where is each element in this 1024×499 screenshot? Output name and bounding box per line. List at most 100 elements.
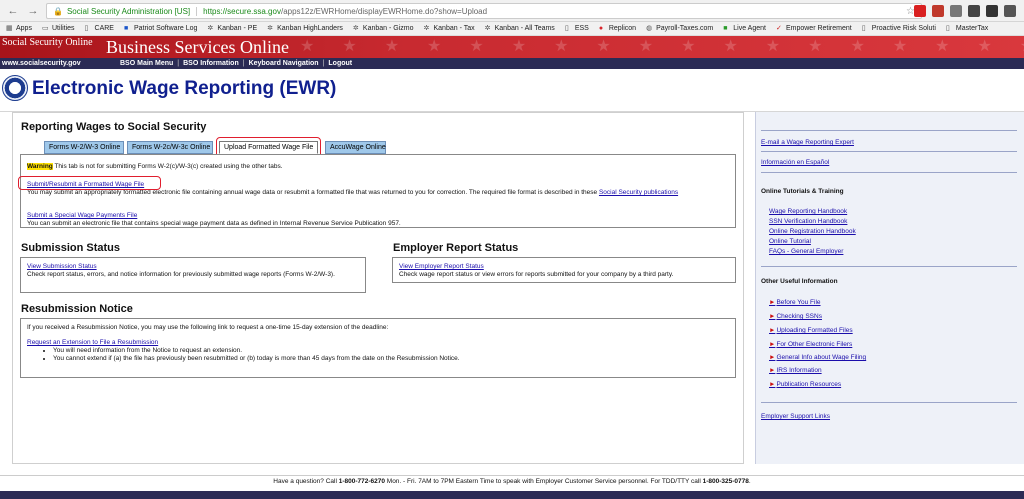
bookmark-item[interactable]: ▯ MasterTax bbox=[946, 25, 988, 32]
site-identity[interactable]: Social Security Administration [US] bbox=[67, 6, 198, 16]
bookmark-item[interactable]: ✲ Kanban - Gizmo bbox=[353, 25, 414, 32]
sidebar-item-uploading-formatted-files[interactable]: ►Uploading Formatted Files bbox=[769, 327, 853, 334]
bookmark-item[interactable]: ▯ CARE bbox=[85, 25, 114, 32]
arrow-right-icon: ► bbox=[769, 381, 776, 388]
view-employer-report-status-link[interactable]: View Employer Report Status bbox=[399, 263, 484, 270]
globe-icon: ◍ bbox=[646, 25, 653, 32]
submit-resubmit-link[interactable]: Submit/Resubmit a Formatted Wage File bbox=[27, 181, 144, 188]
arrow-right-icon: ► bbox=[769, 299, 776, 306]
back-icon[interactable]: ← bbox=[6, 4, 20, 18]
bso-nav-bar: www.socialsecurity.gov BSO Main Menu | BS… bbox=[0, 58, 1024, 69]
view-submission-status-link[interactable]: View Submission Status bbox=[27, 263, 97, 270]
submit-description: You may submit an appropriately formatte… bbox=[27, 189, 599, 196]
list-item: You will need information from the Notic… bbox=[53, 347, 727, 355]
bookmark-item[interactable]: ✲ Kanban - All Teams bbox=[485, 25, 555, 32]
resubmission-section-title: Resubmission Notice bbox=[21, 303, 133, 315]
email-expert-link[interactable]: E-mail a Wage Reporting Expert bbox=[761, 139, 854, 146]
submit-block: Submit/Resubmit a Formatted Wage File Yo… bbox=[27, 181, 727, 197]
bookmark-item[interactable]: ▦ Apps bbox=[6, 25, 32, 32]
bso-banner: ★★★★★★★★★★★★★★★★★★★★ Social Security Onl… bbox=[0, 36, 1024, 58]
sidebar-item-wage-reporting-handbook[interactable]: Wage Reporting Handbook bbox=[769, 208, 847, 215]
sidebar-item-before-you-file[interactable]: ►Before You File bbox=[769, 299, 821, 306]
arrow-right-icon: ► bbox=[769, 313, 776, 320]
spanish-info-link[interactable]: Información en Español bbox=[761, 159, 829, 166]
bookmark-item[interactable]: ◍ Payroll-Taxes.com bbox=[646, 25, 713, 32]
customer-service-phone: 1-800-772-6270 bbox=[338, 478, 385, 485]
forward-icon[interactable]: → bbox=[26, 4, 40, 18]
bookmark-item[interactable]: ✲ Kanban - PE bbox=[207, 25, 257, 32]
sidebar-item-other-electronic-filers[interactable]: ►For Other Electronic Filers bbox=[769, 341, 852, 348]
special-wage-description: You can submit an electronic file that c… bbox=[27, 220, 401, 227]
extension-icon[interactable] bbox=[914, 5, 926, 17]
tab-accuwage-online[interactable]: AccuWage Online bbox=[325, 141, 386, 154]
nav-bso-main-menu[interactable]: BSO Main Menu bbox=[120, 58, 173, 69]
sidebar-divider bbox=[761, 172, 1017, 173]
gear-icon: ✲ bbox=[207, 25, 214, 32]
sidebar-item-ssn-verification-handbook[interactable]: SSN Verification Handbook bbox=[769, 218, 847, 225]
tutorials-heading: Online Tutorials & Training bbox=[761, 188, 844, 195]
special-wage-block: Submit a Special Wage Payments File You … bbox=[27, 212, 727, 228]
ss-publications-link[interactable]: Social Security publications bbox=[599, 189, 678, 196]
warning-text: This tab is not for submitting Forms W-2… bbox=[52, 163, 283, 170]
ewr-header: Electronic Wage Reporting (EWR) bbox=[0, 72, 1024, 112]
gear-icon: ✲ bbox=[484, 25, 491, 32]
arrow-right-icon: ► bbox=[769, 367, 776, 374]
sidebar-item-publication-resources[interactable]: ►Publication Resources bbox=[769, 381, 841, 388]
bookmark-item[interactable]: ● Replicon bbox=[599, 25, 636, 32]
folder-icon: ▭ bbox=[41, 25, 49, 32]
page-icon: ▯ bbox=[861, 25, 866, 32]
patriot-icon: ■ bbox=[123, 25, 129, 32]
special-wage-link[interactable]: Submit a Special Wage Payments File bbox=[27, 212, 137, 219]
nav-bso-information[interactable]: BSO Information bbox=[183, 58, 239, 69]
sidebar-item-online-tutorial[interactable]: Online Tutorial bbox=[769, 238, 811, 245]
bookmark-item[interactable]: ✲ Kanban - Tax bbox=[424, 25, 475, 32]
extension-icon[interactable] bbox=[968, 5, 980, 17]
nav-logout[interactable]: Logout bbox=[328, 58, 352, 69]
list-item: You cannot extend if (a) the file has pr… bbox=[53, 355, 727, 363]
reporting-section-title: Reporting Wages to Social Security bbox=[21, 121, 207, 133]
gear-icon: ✲ bbox=[423, 25, 430, 32]
tdd-tty-phone: 1-800-325-0778 bbox=[702, 478, 749, 485]
tab-forms-w2-w3-online[interactable]: Forms W-2/W-3 Online bbox=[44, 141, 124, 154]
replicon-icon: ● bbox=[598, 25, 604, 32]
url-path: /apps12z/EWRHome/displayEWRHome.do?show=… bbox=[280, 6, 488, 16]
extension-icon[interactable] bbox=[950, 5, 962, 17]
bookmark-item[interactable]: ▯ Proactive Risk Soluti bbox=[862, 25, 936, 32]
warning-message: Warning This tab is not for submitting F… bbox=[27, 163, 727, 171]
tab-upload-formatted-wage-file[interactable]: Upload Formatted Wage File bbox=[219, 141, 318, 154]
sidebar-item-irs-information[interactable]: ►IRS Information bbox=[769, 367, 822, 374]
sidebar-item-faqs-general-employer[interactable]: FAQs - General Employer bbox=[769, 248, 843, 255]
menu-icon[interactable] bbox=[1004, 5, 1016, 17]
page-title: Electronic Wage Reporting (EWR) bbox=[32, 78, 337, 99]
footer-text: Have a question? Call bbox=[273, 478, 339, 485]
extension-icon[interactable] bbox=[932, 5, 944, 17]
submission-section-title: Submission Status bbox=[21, 242, 121, 254]
employer-support-links[interactable]: Employer Support Links bbox=[761, 413, 830, 420]
sidebar-item-online-registration-handbook[interactable]: Online Registration Handbook bbox=[769, 228, 856, 235]
sidebar-item-general-info-wage-filing[interactable]: ►General Info about Wage Filing bbox=[769, 354, 866, 361]
useful-info-heading: Other Useful Information bbox=[761, 278, 838, 285]
address-bar[interactable]: 🔒 Social Security Administration [US] ht… bbox=[46, 3, 922, 19]
lock-icon: 🔒 bbox=[53, 6, 63, 16]
bookmark-item[interactable]: ■ Patriot Software Log bbox=[124, 25, 197, 32]
ssa-online-logo[interactable]: Social Security Online bbox=[2, 37, 93, 48]
footer-text: Mon. - Fri. 7AM to 7PM Eastern Time to s… bbox=[384, 478, 703, 485]
nav-keyboard-navigation[interactable]: Keyboard Navigation bbox=[249, 58, 319, 69]
gear-icon: ✲ bbox=[352, 25, 359, 32]
bookmark-item[interactable]: ✲ Kanban HighLanders bbox=[267, 25, 343, 32]
arrow-right-icon: ► bbox=[769, 341, 776, 348]
bookmark-item[interactable]: ✓ Empower Retirement bbox=[776, 25, 852, 32]
bookmark-item[interactable]: ▭ Utilities bbox=[42, 25, 75, 32]
upload-tab-panel: Warning This tab is not for submitting F… bbox=[20, 154, 736, 228]
footer: Have a question? Call 1-800-772-6270 Mon… bbox=[0, 475, 1024, 499]
sidebar-divider bbox=[761, 266, 1017, 267]
tab-forms-w2c-w3c-online[interactable]: Forms W-2c/W-3c Online bbox=[127, 141, 213, 154]
extension-icon[interactable] bbox=[986, 5, 998, 17]
bookmark-item[interactable]: ▯ ESS bbox=[565, 25, 589, 32]
ssa-domain-link[interactable]: www.socialsecurity.gov bbox=[2, 58, 81, 69]
extension-notes: You will need information from the Notic… bbox=[27, 347, 727, 363]
sidebar-item-checking-ssns[interactable]: ►Checking SSNs bbox=[769, 313, 822, 320]
request-extension-link[interactable]: Request an Extension to File a Resubmiss… bbox=[27, 339, 158, 346]
bookmark-item[interactable]: ■ Live Agent bbox=[723, 25, 766, 32]
url-host: https://secure.ssa.gov bbox=[203, 6, 281, 16]
